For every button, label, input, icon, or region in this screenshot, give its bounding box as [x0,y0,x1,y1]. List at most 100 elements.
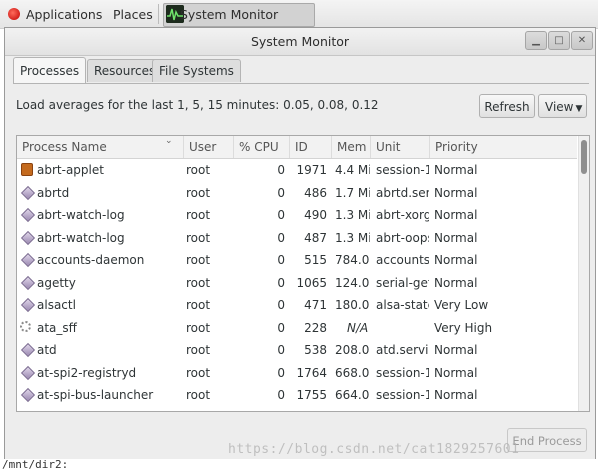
table-row[interactable]: atd root 0 538 208.0 atd.servic Normal [17,339,577,361]
table-row[interactable]: alsactl root 0 471 180.0 alsa-state Very Low [17,294,577,316]
table-row[interactable]: at-spi2-registryd root 0 1764 668.0 session-1… [17,362,577,384]
sort-chevron-icon[interactable]: ⌄ [165,136,173,146]
process-unit: session-1 [376,365,429,380]
process-user: root [186,298,211,312]
tab-divider [13,83,589,84]
process-id: 1755 [296,388,327,402]
process-unit: abrt-oops [376,230,429,245]
taskbar-system-monitor-button[interactable]: System Monitor [163,3,315,27]
table-row[interactable]: agetty root 0 1065 124.0 serial-get Normal [17,272,577,294]
process-priority: Normal [434,163,478,177]
process-name: agetty [37,275,76,290]
process-priority: Normal [434,208,478,222]
process-id: 538 [304,343,327,357]
process-priority: Normal [434,388,478,402]
process-mem: 4.4 Mi [335,163,370,177]
panel-separator [158,4,159,24]
table-row[interactable]: accounts-daemon root 0 515 784.0 accounts- Nor… [17,249,577,271]
process-user: root [186,163,211,177]
process-priority: Very High [434,320,493,335]
process-mem: 180.0 [335,298,370,312]
scrollbar-thumb[interactable] [581,140,587,174]
process-user: root [186,185,211,200]
process-mem: 784.0 [335,253,370,267]
process-table: Process Name ⌄ User % CPU ID Mem Unit Pr… [16,135,590,412]
close-button[interactable]: ✕ [571,31,593,50]
applications-menu[interactable]: Applications [26,0,102,28]
tab-resources[interactable]: Resources [87,59,163,82]
process-name: ata_sff [37,320,77,335]
process-unit: accounts- [376,253,429,267]
column-header-process-name[interactable]: Process Name [17,136,183,158]
process-name: accounts-daemon [37,253,145,267]
terminal-text: /mnt/dir2: [2,458,69,471]
process-priority: Normal [434,185,478,200]
process-cpu: 0 [277,230,285,245]
watermark: https://blog.csdn.net/cat1829257601 [228,442,520,457]
process-mem: 668.0 [335,365,370,380]
process-unit: session-1 [376,388,429,402]
tab-file-systems[interactable]: File Systems [152,59,241,82]
process-name: at-spi-bus-launcher [37,388,154,402]
places-menu[interactable]: Places [113,0,153,28]
process-mem: 208.0 [335,343,370,357]
process-user: root [186,208,211,222]
view-menu-button[interactable]: View ▼ [538,94,587,118]
column-header-priority[interactable]: Priority [429,136,577,158]
process-cpu: 0 [277,343,285,357]
process-id: 487 [304,230,327,245]
window-titlebar[interactable]: System Monitor ▁ □ ✕ [5,28,595,56]
process-cpu: 0 [277,388,285,402]
table-row[interactable]: abrt-applet root 0 1971 4.4 Mi session-1 Norma… [17,159,577,181]
table-row[interactable]: abrt-watch-log root 0 487 1.3 Mi abrt-oops Nor… [17,227,577,249]
tab-processes[interactable]: Processes [13,57,87,84]
column-header-unit[interactable]: Unit [370,136,429,158]
column-header-id[interactable]: ID [289,136,331,158]
top-panel: Applications Places System Monitor [0,0,598,29]
process-user: root [186,275,211,290]
process-priority: Normal [434,365,478,380]
table-row[interactable]: abrt-watch-log root 0 490 1.3 Mi abrt-xorg Nor… [17,204,577,226]
table-row[interactable]: at-spi-bus-launcher root 0 1755 664.0 session… [17,384,577,406]
process-cpu: 0 [277,253,285,267]
gear-icon [20,320,31,332]
vertical-scrollbar[interactable] [578,136,589,411]
process-priority: Normal [434,343,478,357]
process-id: 490 [304,208,327,222]
process-name: at-spi2-registryd [37,365,137,380]
column-header-user[interactable]: User [183,136,233,158]
process-unit: session-1 [376,163,429,177]
process-name: alsactl [37,298,76,312]
applications-icon[interactable] [8,8,20,20]
process-user: root [186,343,211,357]
process-id: 515 [304,253,327,267]
process-id: 1764 [296,365,327,380]
process-mem: 664.0 [335,388,370,402]
process-name: abrt-watch-log [37,230,125,245]
taskbar-label: System Monitor [180,7,279,22]
process-cpu: 0 [277,275,285,290]
process-cpu: 0 [277,298,285,312]
table-row[interactable]: ata_sff root 0 228 N/A Very High [17,317,577,339]
process-mem: 1.3 Mi [335,230,370,245]
table-header: Process Name ⌄ User % CPU ID Mem Unit Pr… [17,136,577,159]
process-unit [376,317,429,339]
maximize-button[interactable]: □ [548,31,570,50]
process-mem: 1.7 Mi [335,185,370,200]
table-row[interactable]: abrtd root 0 486 1.7 Mi abrtd.serv Normal [17,182,577,204]
process-priority: Normal [434,275,478,290]
process-cpu: 0 [277,365,285,380]
column-header-cpu[interactable]: % CPU [233,136,289,158]
process-id: 1971 [296,163,327,177]
process-cpu: 0 [277,320,285,335]
column-header-mem[interactable]: Mem [331,136,370,158]
refresh-button[interactable]: Refresh [479,94,535,118]
minimize-button[interactable]: ▁ [525,31,547,50]
process-icon [20,185,36,200]
process-user: root [186,253,211,267]
process-unit: abrtd.serv [376,185,429,200]
process-cpu: 0 [277,185,285,200]
process-priority: Very Low [434,298,489,312]
process-icon [20,342,36,358]
process-user: root [186,320,211,335]
